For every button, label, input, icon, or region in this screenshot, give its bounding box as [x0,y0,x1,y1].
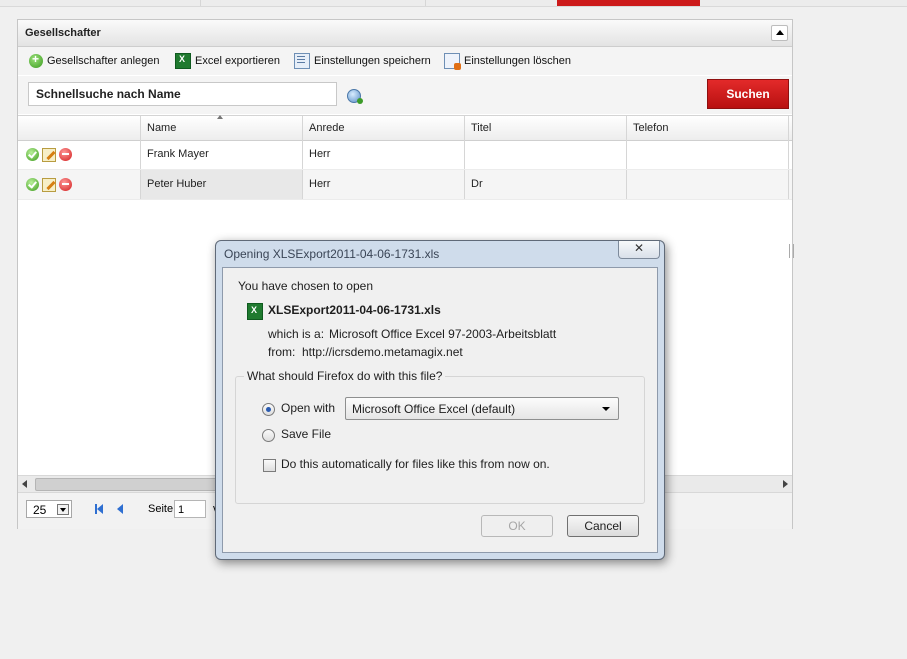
telefon-cell [627,140,789,169]
panel-title: Gesellschafter [25,27,101,39]
titel-cell [465,140,627,169]
file-type-label: which is a: [268,327,325,341]
action-fieldset: What should Firefox do with this file? O… [235,369,645,504]
export-excel-button[interactable]: Excel exportieren [175,53,280,69]
open-with-radio[interactable] [262,403,275,416]
column-header-titel[interactable]: Titel [465,116,627,140]
save-file-radio[interactable] [262,429,275,442]
anrede-cell: Herr [303,170,465,199]
toolbar: Gesellschafter anlegen Excel exportieren… [18,47,792,75]
cancel-button[interactable]: Cancel [567,515,639,537]
collapse-up-icon[interactable] [771,25,788,41]
telefon-cell [627,170,789,199]
sort-ascending-icon [217,115,223,119]
application-select-value: Microsoft Office Excel (default) [352,402,516,416]
add-gesellschafter-button[interactable]: Gesellschafter anlegen [29,52,160,69]
advanced-search-icon[interactable] [347,89,363,104]
table-row[interactable]: Frank Mayer Herr [18,140,792,170]
nav-tab-divider [200,0,201,6]
auto-action-label[interactable]: Do this automatically for files like thi… [281,457,550,471]
add-gesellschafter-label: Gesellschafter anlegen [47,55,160,67]
action-question: What should Firefox do with this file? [244,369,446,383]
quick-search-input[interactable]: Schnellsuche nach Name [28,82,337,106]
top-navigation-bar [0,0,907,7]
name-cell: Frank Mayer [141,140,303,169]
delete-settings-label: Einstellungen löschen [464,55,572,67]
save-settings-label: Einstellungen speichern [314,55,431,67]
delete-settings-button[interactable]: Einstellungen löschen [444,53,572,70]
dialog-intro: You have chosen to open [238,279,374,293]
close-icon[interactable]: ✕ [618,241,660,259]
auto-action-checkbox[interactable] [263,459,276,472]
column-header-name[interactable]: Name [141,116,303,140]
save-file-label[interactable]: Save File [281,427,331,441]
dialog-body: You have chosen to open XLSExport2011-04… [222,267,658,553]
search-row: Schnellsuche nach Name Suchen [18,76,792,114]
grid-header: Name Anrede Titel Telefon [18,115,792,141]
excel-icon [175,53,191,69]
file-type-value: Microsoft Office Excel 97-2003-Arbeitsbl… [329,327,557,341]
file-download-dialog: Opening XLSExport2011-04-06-1731.xls ✕ Y… [215,240,665,560]
file-source-label: from: [268,345,296,359]
nav-tab-divider [425,0,426,6]
save-settings-button[interactable]: Einstellungen speichern [294,53,431,69]
anrede-cell: Herr [303,140,465,169]
column-header-anrede[interactable]: Anrede [303,116,465,140]
column-header-actions [18,116,141,140]
chevron-down-icon[interactable] [57,504,69,515]
file-name: XLSExport2011-04-06-1731.xls [268,303,441,317]
nav-tab-active[interactable] [557,0,700,6]
delete-settings-icon [444,53,461,70]
page-size-value: 25 [33,503,47,517]
dropdown-arrow-icon [602,407,610,411]
page-label: Seite [148,503,174,515]
ok-button[interactable]: OK [481,515,553,537]
titel-cell: Dr [465,170,627,199]
column-resize-handle[interactable] [789,244,794,258]
page-number-input[interactable]: 1 [174,500,206,518]
actions-cell [18,140,141,169]
data-grid: Name Anrede Titel Telefon Frank Mayer He… [18,115,792,200]
search-button[interactable]: Suchen [707,79,789,109]
dialog-title: Opening XLSExport2011-04-06-1731.xls [224,247,440,261]
file-source-value: http://icrsdemo.metamagix.net [302,345,463,359]
actions-cell [18,170,141,199]
save-settings-icon [294,53,310,69]
column-header-telefon[interactable]: Telefon [627,116,789,140]
scroll-right-icon[interactable] [783,480,788,488]
table-row[interactable]: Peter Huber Herr Dr [18,170,792,200]
export-excel-label: Excel exportieren [195,55,280,67]
add-icon [29,52,43,68]
open-with-label[interactable]: Open with [281,401,335,415]
panel-header: Gesellschafter [18,20,792,47]
scroll-left-icon[interactable] [22,480,27,488]
name-cell: Peter Huber [141,170,303,199]
previous-page-icon[interactable] [117,504,123,514]
excel-file-icon [247,303,263,320]
application-select[interactable]: Microsoft Office Excel (default) [345,397,619,420]
page-size-select[interactable]: 25 [26,500,72,518]
first-page-icon[interactable] [95,504,103,514]
